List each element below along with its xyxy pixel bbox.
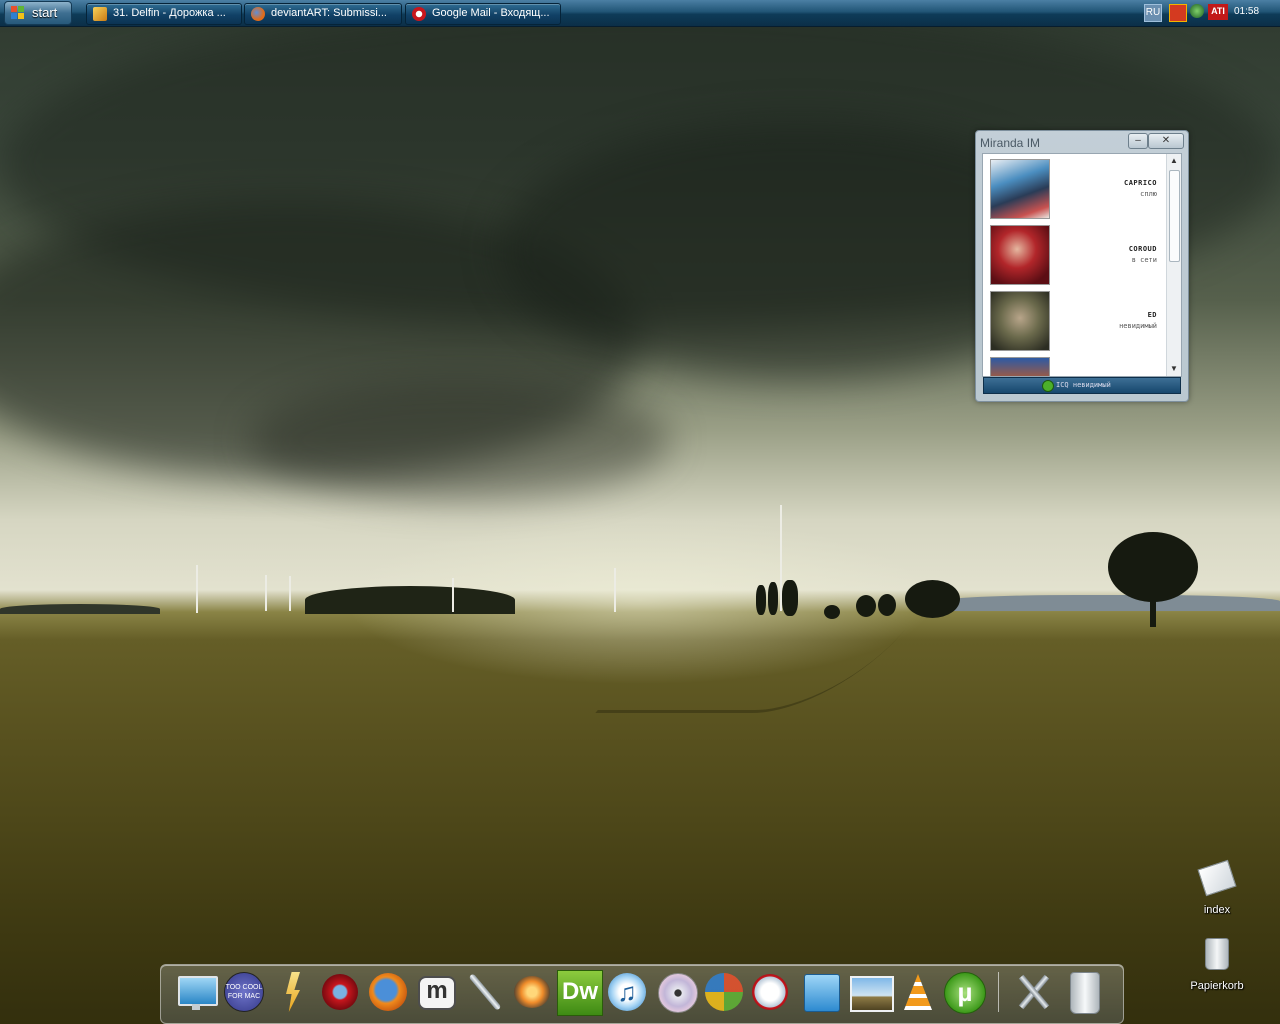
hill	[305, 586, 515, 614]
desktop-icon-trash[interactable]: Papierkorb	[1182, 938, 1252, 992]
contact-list: CAPRICO сплю COROUD в сети ED невидимый …	[982, 153, 1182, 377]
media-player-icon	[93, 7, 107, 21]
dvd-icon[interactable]	[655, 970, 699, 1014]
script-icon[interactable]	[748, 970, 792, 1014]
contact-status: невидимый	[1119, 322, 1157, 330]
taskbar-task-opera[interactable]: Google Mail - Входящ...	[405, 3, 561, 25]
desktop-icon-label: index	[1203, 904, 1231, 916]
task-label: deviantART: Submissi...	[271, 7, 387, 19]
icq-status-icon	[1042, 380, 1054, 392]
system-tray: RU ATI 01:58	[1144, 4, 1274, 22]
start-label: start	[32, 5, 58, 20]
contact-name: ED	[1147, 311, 1157, 319]
task-label: Google Mail - Входящ...	[432, 7, 550, 19]
firefox-icon	[251, 7, 265, 21]
opera-icon	[412, 7, 426, 21]
windows-globe-icon[interactable]	[702, 970, 746, 1014]
large-tree	[1108, 532, 1198, 602]
dreamweaver-icon[interactable]: Dw	[557, 970, 603, 1016]
window-title: Miranda IM	[980, 136, 1041, 150]
mail-icon[interactable]	[800, 970, 844, 1014]
taskbar: start 31. Delfin - Дорожка ... deviantAR…	[0, 0, 1280, 27]
start-button[interactable]: start	[4, 1, 72, 25]
utorrent-text: µ	[944, 972, 986, 1014]
vlc-icon[interactable]	[896, 970, 940, 1014]
contact-row[interactable]: COROUD в сети	[983, 222, 1165, 285]
too-cool-text: TOO COOL FOR MAC	[224, 972, 264, 1012]
contact-status: в сети	[1131, 256, 1157, 264]
language-indicator[interactable]: RU	[1144, 4, 1162, 22]
task-label: 31. Delfin - Дорожка ...	[113, 7, 226, 19]
monitor-icon[interactable]	[174, 970, 218, 1014]
picture-icon[interactable]	[848, 970, 894, 1014]
miranda-im-window: Miranda IM – ✕ CAPRICO сплю COROUD в сет…	[975, 130, 1189, 402]
tools-icon[interactable]	[1012, 970, 1056, 1014]
opera-icon[interactable]	[318, 970, 362, 1014]
miranda-m-icon[interactable]: m	[414, 970, 458, 1014]
minimize-button[interactable]: –	[1128, 133, 1148, 149]
document-icon	[1197, 859, 1237, 897]
desktop-icon-index[interactable]: index	[1182, 859, 1252, 916]
desktop-icon-label: Papierkorb	[1190, 980, 1244, 992]
avatar	[990, 291, 1050, 351]
firefox-icon[interactable]	[366, 970, 410, 1014]
status-bar[interactable]: ICQ невидимый	[983, 377, 1181, 394]
scrollbar[interactable]: ▲ ▼	[1166, 154, 1181, 376]
taskbar-task-media-player[interactable]: 31. Delfin - Дорожка ...	[86, 3, 242, 25]
clock[interactable]: 01:58	[1234, 6, 1259, 22]
windows-logo-icon	[11, 6, 24, 19]
miranda-letter: m	[418, 976, 456, 1010]
utorrent-icon[interactable]: µ	[942, 970, 986, 1014]
contact-name: COROUD	[1128, 245, 1157, 253]
dreamweaver-text: Dw	[557, 970, 603, 1016]
scroll-down-icon[interactable]: ▼	[1169, 364, 1179, 374]
contact-row[interactable]: ED невидимый	[983, 288, 1165, 351]
scroll-up-icon[interactable]: ▲	[1169, 156, 1179, 166]
lightning-icon[interactable]	[272, 970, 316, 1014]
contact-name: CAPRICO	[1123, 179, 1157, 187]
itunes-icon[interactable]: ♫	[605, 970, 649, 1014]
trash-can-icon[interactable]	[1062, 970, 1106, 1014]
scrollbar-thumb[interactable]	[1169, 170, 1180, 262]
wrench-icon[interactable]	[462, 970, 506, 1014]
flag-icon[interactable]	[1169, 4, 1187, 22]
flower-app-icon[interactable]	[510, 970, 554, 1014]
status-text: ICQ невидимый	[1056, 381, 1111, 389]
contact-row[interactable]: CAPRICO сплю	[983, 156, 1165, 219]
trash-icon	[1205, 938, 1229, 970]
ati-icon[interactable]: ATI	[1208, 4, 1228, 20]
dock-separator	[998, 972, 999, 1012]
avatar	[990, 357, 1050, 376]
taskbar-task-firefox[interactable]: deviantART: Submissi...	[244, 3, 402, 25]
contact-row[interactable]	[983, 354, 1165, 376]
avatar	[990, 225, 1050, 285]
too-cool-for-mac-icon[interactable]: TOO COOL FOR MAC	[222, 970, 266, 1014]
globe-icon[interactable]	[1190, 4, 1204, 18]
avatar	[990, 159, 1050, 219]
close-button[interactable]: ✕	[1148, 133, 1184, 149]
contact-status: сплю	[1140, 190, 1157, 198]
